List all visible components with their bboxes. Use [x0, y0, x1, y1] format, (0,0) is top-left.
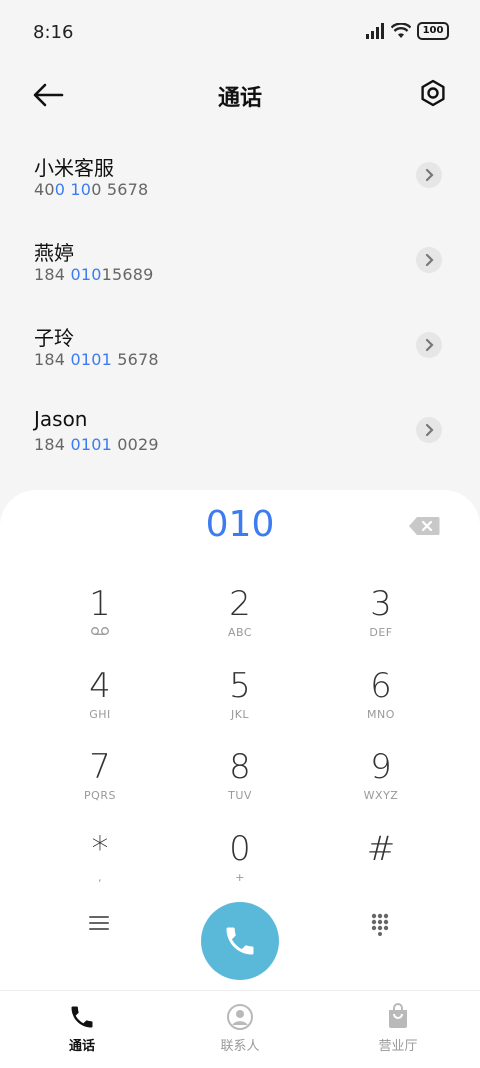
- contact-number: 184 0101 0029: [34, 435, 159, 454]
- key-hash[interactable]: #: [311, 829, 451, 901]
- back-arrow-icon: [33, 83, 64, 107]
- key-3[interactable]: 3 DEF: [311, 584, 451, 656]
- tab-service-hall[interactable]: 营业厅: [318, 991, 478, 1068]
- call-button[interactable]: [201, 902, 279, 980]
- contact-name: 小米客服: [34, 156, 114, 180]
- status-icons: 100: [365, 22, 449, 40]
- backspace-icon: [409, 517, 440, 535]
- contact-item[interactable]: 小米客服 400 100 5678: [0, 134, 480, 219]
- key-1[interactable]: 1: [30, 584, 170, 656]
- signal-icon: [366, 23, 384, 39]
- chevron-right-icon: [425, 423, 434, 437]
- chevron-right-icon: [425, 168, 434, 182]
- key-0[interactable]: 0 +: [170, 829, 310, 901]
- key-6[interactable]: 6 MNO: [311, 666, 451, 738]
- contact-name: 燕婷: [34, 241, 74, 265]
- page-title: 通话: [217, 86, 262, 111]
- tab-calls-label: 通话: [68, 1039, 95, 1054]
- bottom-nav: 通话 联系人 营业厅: [0, 990, 480, 1068]
- contact-name: Jason: [34, 407, 88, 431]
- status-bar: 8:16 100: [0, 0, 480, 64]
- key-9[interactable]: 9 WXYZ: [311, 747, 451, 819]
- contact-detail-button[interactable]: [416, 247, 442, 273]
- wifi-icon: [391, 23, 411, 38]
- contact-name: 子玲: [34, 326, 74, 350]
- contact-item[interactable]: 燕婷 184 01015689: [0, 219, 480, 304]
- tab-service-hall-label: 营业厅: [378, 1039, 418, 1054]
- contact-number: 184 0101 5678: [34, 350, 159, 369]
- contact-detail-button[interactable]: [416, 162, 442, 188]
- dialpad-panel: 010 1 2 ABC 3 DEF 4 GHI 5 JKL 6 MNO 7 PQ…: [0, 490, 480, 990]
- contact-item[interactable]: 子玲 184 0101 5678: [0, 304, 480, 389]
- phone-icon: [71, 1006, 93, 1028]
- key-5[interactable]: 5 JKL: [170, 666, 310, 738]
- key-7[interactable]: 7 PQRS: [30, 747, 170, 819]
- dialpad-toggle-button[interactable]: [370, 912, 390, 936]
- contact-number: 184 01015689: [34, 265, 154, 284]
- key-star[interactable]: * ,: [30, 829, 170, 901]
- battery-icon: 100: [417, 22, 449, 40]
- tab-contacts[interactable]: 联系人: [160, 991, 320, 1068]
- back-button[interactable]: [32, 80, 64, 110]
- key-8[interactable]: 8 TUV: [170, 747, 310, 819]
- backspace-button[interactable]: [408, 516, 440, 536]
- key-2[interactable]: 2 ABC: [170, 584, 310, 656]
- menu-icon: [89, 916, 109, 930]
- voicemail-icon: [30, 626, 170, 640]
- contact-person-icon: [227, 1004, 253, 1030]
- phone-icon: [226, 927, 254, 955]
- menu-button[interactable]: [88, 914, 110, 932]
- contact-number: 400 100 5678: [34, 180, 149, 199]
- contact-detail-button[interactable]: [416, 332, 442, 358]
- app-header: 通话: [0, 64, 480, 126]
- status-time: 8:16: [33, 22, 74, 43]
- contact-detail-button[interactable]: [416, 417, 442, 443]
- dialpad-grid-icon: [371, 913, 389, 936]
- shopping-bag-icon: [389, 1003, 407, 1028]
- settings-button[interactable]: [418, 78, 448, 108]
- chevron-right-icon: [425, 338, 434, 352]
- contact-item[interactable]: Jason 184 0101 0029: [0, 389, 480, 474]
- key-4[interactable]: 4 GHI: [30, 666, 170, 738]
- contact-list: 小米客服 400 100 5678 燕婷 184 01015689 子玲 184…: [0, 134, 480, 474]
- gear-icon: [421, 79, 445, 107]
- tab-contacts-label: 联系人: [220, 1039, 260, 1054]
- chevron-right-icon: [425, 253, 434, 267]
- tab-calls[interactable]: 通话: [2, 991, 162, 1068]
